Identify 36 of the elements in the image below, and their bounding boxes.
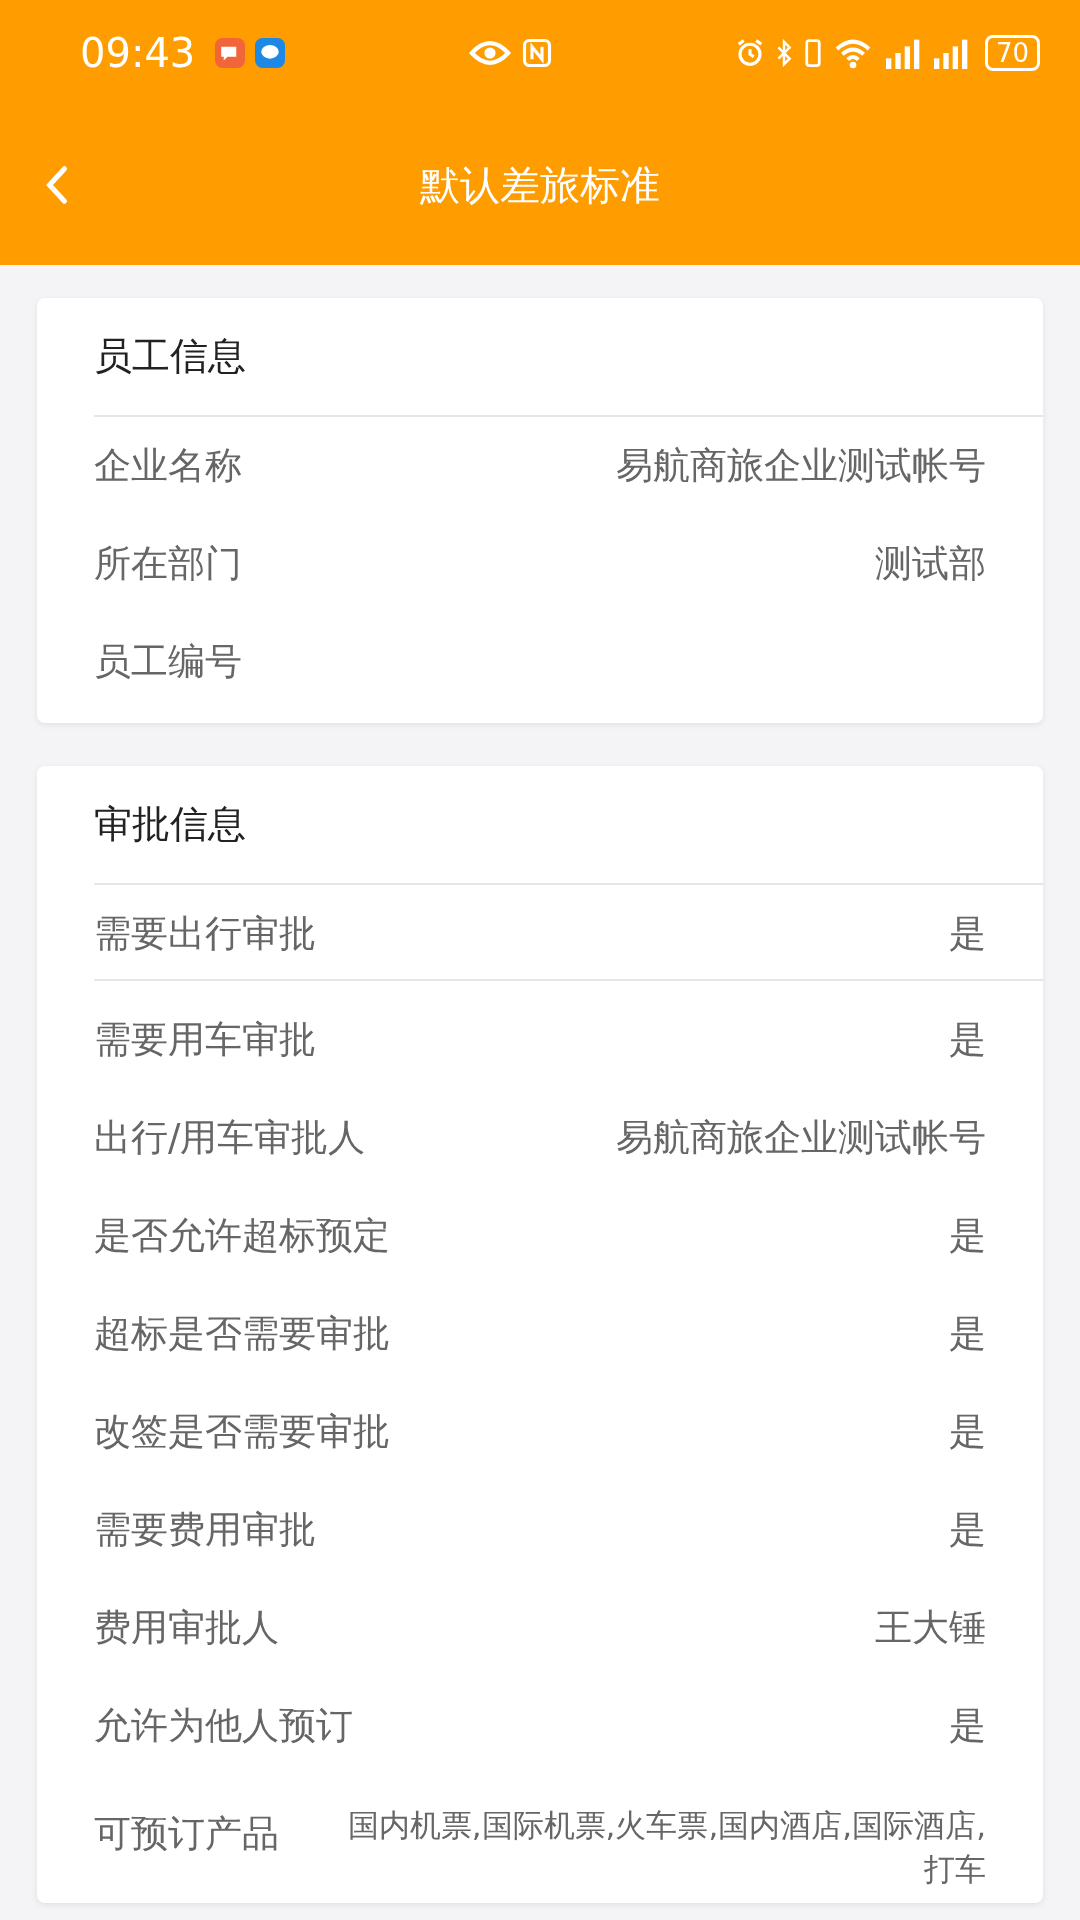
chat-app-icon [215, 37, 246, 68]
field-value: 测试部 [875, 541, 986, 587]
field-label: 员工编号 [94, 639, 242, 685]
field-label: 费用审批人 [94, 1605, 279, 1651]
field-label: 需要用车审批 [94, 1017, 316, 1063]
field-label: 需要出行审批 [94, 911, 316, 957]
field-label: 改签是否需要审批 [94, 1409, 390, 1455]
field-label: 企业名称 [94, 443, 242, 489]
back-icon[interactable] [44, 165, 70, 205]
field-value: 王大锤 [875, 1605, 986, 1651]
field-value: 是 [949, 1507, 986, 1553]
section-title: 员工信息 [94, 333, 247, 380]
field-value: 易航商旅企业测试帐号 [616, 443, 986, 489]
field-label: 允许为他人预订 [94, 1703, 353, 1749]
nfc-icon [522, 37, 553, 68]
field-label: 所在部门 [94, 541, 242, 587]
field-value: 是 [949, 1311, 986, 1357]
field-label: 需要费用审批 [94, 1507, 316, 1553]
page-title: 默认差旅标准 [420, 160, 660, 210]
field-value: 易航商旅企业测试帐号 [616, 1115, 986, 1161]
battery-indicator: 70 [984, 34, 1040, 71]
field-value: 是 [949, 1409, 986, 1455]
field-value: 是 [949, 1703, 986, 1749]
field-value: 是 [949, 911, 986, 957]
field-label: 是否允许超标预定 [94, 1213, 390, 1259]
status-time: 09:43 [80, 29, 196, 76]
field-value: 是 [949, 1017, 986, 1063]
field-label: 可预订产品 [94, 1811, 279, 1857]
field-label: 出行/用车审批人 [94, 1115, 366, 1161]
vibrate-icon [802, 37, 823, 68]
field-value: 是 [949, 1213, 986, 1259]
eye-icon [468, 38, 513, 67]
field-label: 超标是否需要审批 [94, 1311, 390, 1357]
message-app-icon [255, 37, 286, 68]
field-value: 国内机票,国际机票,火车票,国内酒店,国际酒店,打车 [346, 1806, 986, 1889]
section-title: 审批信息 [94, 801, 247, 848]
